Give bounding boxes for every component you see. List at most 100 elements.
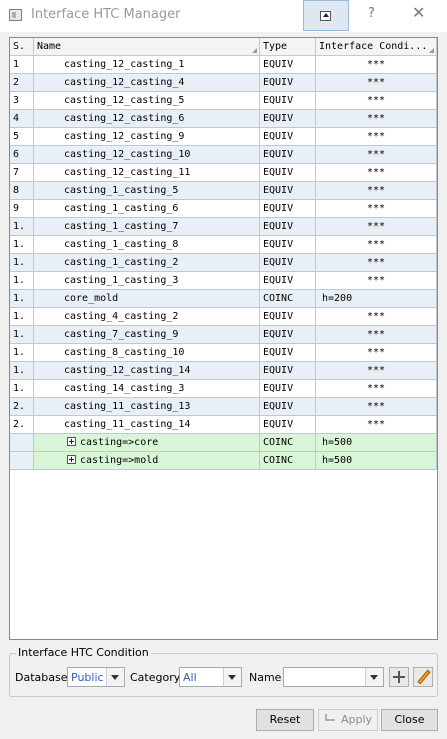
close-button[interactable]: Close [381,709,438,731]
apply-button-label: Apply [340,713,373,726]
row-type: EQUIV [260,74,316,92]
row-name: casting_7_casting_9 [34,326,260,344]
table-row[interactable]: 1. core_mold COINC h=200 [10,290,437,308]
row-type: EQUIV [260,164,316,182]
row-index: 1 [10,56,34,74]
row-name: casting_1_casting_7 [34,218,260,236]
table-row[interactable]: 1. casting_1_casting_3 EQUIV *** [10,272,437,290]
row-name: casting_1_casting_6 [34,200,260,218]
row-type: EQUIV [260,254,316,272]
table-row[interactable]: 1. casting_14_casting_3 EQUIV *** [10,380,437,398]
column-header-type[interactable]: Type [260,38,316,55]
table-row[interactable]: 1 casting_12_casting_1 EQUIV *** [10,56,437,74]
expand-icon[interactable] [67,455,76,464]
table-row[interactable]: 2. casting_11_casting_14 EQUIV *** [10,416,437,434]
row-index: 1. [10,236,34,254]
row-index: 1. [10,218,34,236]
table-row[interactable]: 1. casting_1_casting_8 EQUIV *** [10,236,437,254]
add-condition-button[interactable] [389,667,409,687]
row-condition: *** [316,380,437,398]
table-row[interactable]: 1. casting_1_casting_2 EQUIV *** [10,254,437,272]
row-condition: *** [316,182,437,200]
row-condition: *** [316,146,437,164]
row-type: EQUIV [260,218,316,236]
table-row[interactable]: 1. casting_1_casting_7 EQUIV *** [10,218,437,236]
database-label: Database [15,671,68,684]
row-type: EQUIV [260,236,316,254]
row-condition: *** [316,56,437,74]
row-condition: *** [316,308,437,326]
row-index: 1. [10,380,34,398]
table-row[interactable]: 1. casting_7_casting_9 EQUIV *** [10,326,437,344]
row-condition: *** [316,110,437,128]
row-condition: *** [316,254,437,272]
row-type: EQUIV [260,380,316,398]
row-index: 1. [10,254,34,272]
name-select[interactable] [283,667,384,687]
table-row[interactable]: 1. casting_8_casting_10 EQUIV *** [10,344,437,362]
row-type: EQUIV [260,182,316,200]
row-condition: *** [316,344,437,362]
row-condition: *** [316,416,437,434]
name-label: Name [249,671,282,684]
row-name: casting_12_casting_14 [34,362,260,380]
group-row[interactable]: casting=>core COINC h=500 [10,434,437,452]
row-condition: *** [316,200,437,218]
row-type: EQUIV [260,92,316,110]
row-condition: *** [316,128,437,146]
row-name: casting_1_casting_3 [34,272,260,290]
row-name: casting_8_casting_10 [34,344,260,362]
row-name: casting_12_casting_9 [34,128,260,146]
category-label: Category [130,671,181,684]
table-row[interactable]: 4 casting_12_casting_6 EQUIV *** [10,110,437,128]
window-title: Interface HTC Manager [31,7,181,22]
row-name: casting_12_casting_1 [34,56,260,74]
row-index: 9 [10,200,34,218]
expand-icon[interactable] [67,437,76,446]
close-window-button[interactable]: ✕ [412,3,425,22]
row-name: casting_12_casting_10 [34,146,260,164]
category-select[interactable]: All [179,667,242,687]
table-row[interactable]: 3 casting_12_casting_5 EQUIV *** [10,92,437,110]
row-type: EQUIV [260,416,316,434]
table-row[interactable]: 2 casting_12_casting_4 EQUIV *** [10,74,437,92]
table-row[interactable]: 5 casting_12_casting_9 EQUIV *** [10,128,437,146]
row-condition: *** [316,164,437,182]
row-condition: *** [316,74,437,92]
edit-condition-button[interactable] [413,667,433,687]
row-name: casting=>mold [34,452,260,470]
row-type: COINC [260,452,316,470]
row-type: COINC [260,434,316,452]
table-row[interactable]: 1. casting_12_casting_14 EQUIV *** [10,362,437,380]
pin-window-button[interactable] [303,0,349,31]
row-index: 4 [10,110,34,128]
column-header-name[interactable]: Name [34,38,260,55]
row-index: 1. [10,272,34,290]
row-condition: *** [316,326,437,344]
database-select[interactable]: Public [67,667,125,687]
column-header-condition[interactable]: Interface Condi... [316,38,437,55]
row-type: COINC [260,290,316,308]
title-bar: Interface HTC Manager ? ✕ [0,0,447,32]
row-name-text: casting=>mold [80,455,159,466]
table-row[interactable]: 2. casting_11_casting_13 EQUIV *** [10,398,437,416]
help-button[interactable]: ? [368,6,375,21]
table-row[interactable]: 1. casting_4_casting_2 EQUIV *** [10,308,437,326]
row-type: EQUIV [260,326,316,344]
group-row[interactable]: casting=>mold COINC h=500 [10,452,437,470]
chevron-down-icon [106,668,124,686]
row-type: EQUIV [260,56,316,74]
row-type: EQUIV [260,308,316,326]
table-row[interactable]: 6 casting_12_casting_10 EQUIV *** [10,146,437,164]
table-row[interactable]: 8 casting_1_casting_5 EQUIV *** [10,182,437,200]
row-index: 6 [10,146,34,164]
row-name: casting_11_casting_14 [34,416,260,434]
table-row[interactable]: 7 casting_12_casting_11 EQUIV *** [10,164,437,182]
apply-button[interactable]: Apply [318,709,378,731]
interface-grid: S. Name Type Interface Condi... 1 casting… [9,37,438,640]
row-condition: *** [316,92,437,110]
column-header-s[interactable]: S. [10,38,34,55]
reset-button[interactable]: Reset [256,709,314,731]
row-index: 1. [10,326,34,344]
table-row[interactable]: 9 casting_1_casting_6 EQUIV *** [10,200,437,218]
